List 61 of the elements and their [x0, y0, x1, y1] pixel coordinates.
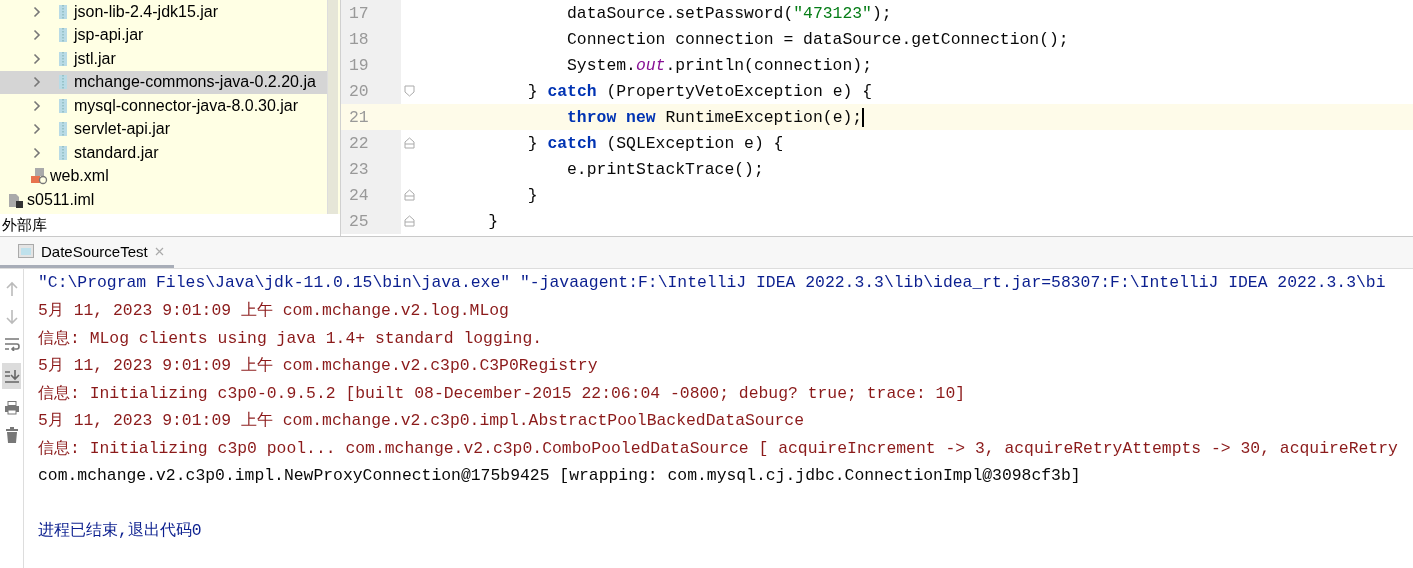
jar-icon: [58, 97, 68, 114]
tree-item[interactable]: standard.jar: [0, 141, 327, 165]
chevron-icon[interactable]: [33, 99, 41, 112]
code-line: 23 e.printStackTrace();: [341, 156, 1413, 182]
fold-marker-icon[interactable]: [404, 137, 415, 149]
run-tab[interactable]: DateSourceTest: [0, 237, 174, 268]
tree-item[interactable]: mysql-connector-java-8.0.30.jar: [0, 94, 327, 118]
jar-icon: [58, 74, 68, 91]
console-line: 信息: Initializing c3p0 pool... com.mchange.v2.c3p0.ComboPooledDataSource [ acquireIncrement -> 3, acquireRetryAttempts -> 30, acquireRetry: [38, 437, 1399, 460]
line-number: 24: [341, 182, 401, 208]
console-line: 5月 11, 2023 9:01:09 上午 com.mchange.v2.c3p0.C3P0Registry: [38, 355, 599, 378]
chevron-icon[interactable]: [33, 123, 41, 136]
jar-icon: [58, 121, 68, 138]
chevron-icon[interactable]: [33, 5, 41, 18]
console-line: 信息: Initializing c3p0-0.9.5.2 [built 08-December-2015 22:06:04 -0800; debug? true; trace: 10]: [38, 382, 967, 405]
line-number: 22: [341, 130, 401, 156]
print-icon[interactable]: [3, 401, 20, 415]
code-line: 17 dataSource.setPassword("473123");: [341, 0, 1413, 26]
line-number: 20: [341, 78, 401, 104]
code-line: 25 }: [341, 208, 1413, 234]
scrollbar[interactable]: [327, 0, 338, 214]
console-line: com.mchange.v2.c3p0.impl.NewProxyConnection@175b9425 [wrapping: com.mysql.cj.jdbc.ConnectionImpl@3098cf3b]: [38, 464, 1082, 487]
fold-marker-icon[interactable]: [404, 215, 415, 227]
console-line: 进程已结束,退出代码0: [38, 520, 203, 543]
console-line: 信息: MLog clients using java 1.4+ standard logging.: [38, 327, 544, 350]
tree-item[interactable]: mchange-commons-java-0.2.20.ja: [0, 70, 327, 94]
console-line: 5月 11, 2023 9:01:09 上午 com.mchange.v2.log.MLog: [38, 300, 510, 323]
line-number: 19: [341, 52, 401, 78]
code-line: 19 System.out.println(connection);: [341, 52, 1413, 78]
code-line: 22 } catch (SQLException e) {: [341, 130, 1413, 156]
close-icon[interactable]: [154, 246, 164, 256]
tree-item[interactable]: json-lib-2.4-jdk15.jar: [0, 0, 327, 24]
chevron-icon[interactable]: [33, 76, 41, 89]
tree-item[interactable]: servlet-api.jar: [0, 117, 327, 141]
line-number: 23: [341, 156, 401, 182]
tree-item[interactable]: jsp-api.jar: [0, 23, 327, 47]
wrap-icon[interactable]: [3, 337, 20, 351]
tree-item[interactable]: web.xml: [0, 164, 327, 188]
trash-icon[interactable]: [4, 427, 19, 443]
code-line: 24 }: [341, 182, 1413, 208]
console-line: 5月 11, 2023 9:01:09 上午 com.mchange.v2.c3p0.impl.AbstractPoolBackedDataSource: [38, 410, 806, 433]
line-number: 17: [341, 0, 401, 26]
fold-marker-icon[interactable]: [404, 189, 415, 201]
chevron-icon[interactable]: [33, 52, 41, 65]
fold-marker-icon[interactable]: [404, 85, 415, 97]
line-number: 25: [341, 208, 401, 234]
jar-icon: [58, 27, 68, 44]
window-icon: [18, 244, 34, 258]
console-line: "C:\Program Files\Java\jdk-11.0.15\bin\java.exe" "-javaagent:F:\IntelliJ IDEA 2022.3.3\lib\idea_rt.jar=58307:F:\IntelliJ IDEA 2022.3.3\bi: [38, 272, 1387, 295]
code-line: 18 Connection connection = dataSource.getConnection();: [341, 26, 1413, 52]
tree-item[interactable]: s0511.iml: [0, 188, 327, 212]
jar-icon: [58, 144, 68, 161]
chevron-icon[interactable]: [33, 146, 41, 159]
line-number: 18: [341, 26, 401, 52]
jar-icon: [58, 50, 68, 67]
xml-file-icon: [30, 167, 48, 186]
jar-icon: [58, 3, 68, 20]
code-line: 20 } catch (PropertyVetoException e) {: [341, 78, 1413, 104]
tree-item[interactable]: jstl.jar: [0, 47, 327, 71]
chevron-icon[interactable]: [33, 29, 41, 42]
scroll-to-end-icon[interactable]: [3, 369, 20, 383]
